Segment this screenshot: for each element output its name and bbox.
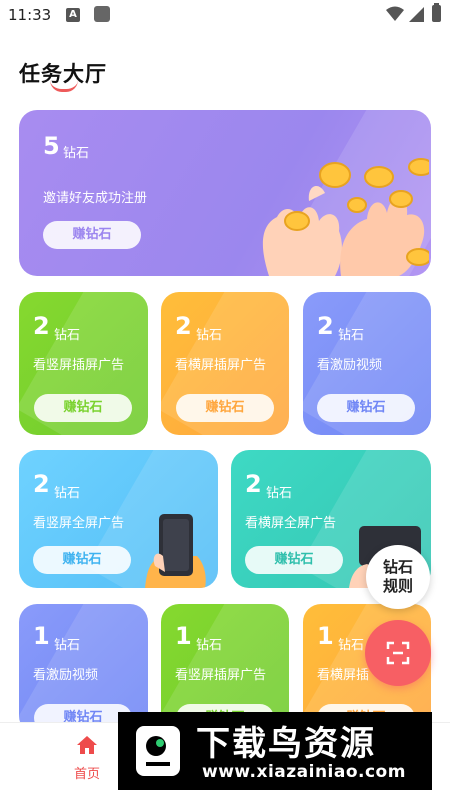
battery-icon bbox=[432, 3, 441, 22]
reward-unit: 钻石 bbox=[338, 328, 365, 343]
task-card-invite[interactable]: 5 钻石 邀请好友成功注册 赚钻石 bbox=[19, 110, 431, 276]
phone-portrait-illustration bbox=[145, 514, 206, 588]
reward-amount: 1 bbox=[175, 622, 192, 650]
task-card-landscape-interstitial[interactable]: 2 钻石 看横屏插屏广告 赚钻石 bbox=[161, 292, 289, 435]
reward-amount: 2 bbox=[33, 470, 50, 498]
tab-home-label: 首页 bbox=[73, 767, 100, 782]
wifi-icon bbox=[386, 6, 404, 21]
task-description: 看竖屏插屏广告 bbox=[33, 358, 125, 373]
task-card-portrait-interstitial[interactable]: 2 钻石 看竖屏插屏广告 赚钻石 bbox=[19, 292, 148, 435]
reward-amount: 2 bbox=[175, 312, 192, 340]
watermark-brand: 下载鸟资源 bbox=[196, 724, 376, 764]
task-description: 看竖屏插屏广告 bbox=[175, 668, 267, 683]
earn-diamonds-button[interactable]: 赚钻石 bbox=[34, 394, 132, 422]
reward-unit: 钻石 bbox=[54, 638, 81, 653]
reward-amount: 1 bbox=[317, 622, 334, 650]
task-description: 看激励视频 bbox=[33, 668, 99, 683]
earn-diamonds-button[interactable]: 赚钻石 bbox=[317, 394, 415, 422]
reward-amount: 1 bbox=[33, 622, 50, 650]
reward-unit: 钻石 bbox=[338, 638, 365, 653]
status-time: 11:33 bbox=[8, 6, 52, 24]
task-description: 邀请好友成功注册 bbox=[43, 191, 148, 206]
reward-unit: 钻石 bbox=[196, 328, 223, 343]
reward-amount: 5 bbox=[43, 132, 60, 160]
earn-diamonds-button[interactable]: 赚钻石 bbox=[33, 546, 131, 574]
tab-home[interactable]: 首页 bbox=[66, 735, 108, 782]
task-description: 看激励视频 bbox=[317, 358, 383, 373]
task-description: 看横屏插 bbox=[317, 668, 370, 683]
watermark-banner: 下载鸟资源 www.xiazainiao.com bbox=[118, 712, 432, 790]
home-icon bbox=[77, 736, 97, 754]
task-description: 看竖屏全屏广告 bbox=[33, 516, 125, 531]
watermark-url: www.xiazainiao.com bbox=[202, 762, 406, 782]
reward-unit: 钻石 bbox=[266, 486, 293, 501]
signal-icon bbox=[409, 7, 424, 22]
title-smile-decoration bbox=[50, 80, 78, 92]
reward-unit: 钻石 bbox=[63, 146, 90, 161]
reward-unit: 钻石 bbox=[54, 486, 81, 501]
earn-diamonds-button[interactable]: 赚钻石 bbox=[245, 546, 343, 574]
earn-diamonds-button[interactable]: 赚钻石 bbox=[176, 394, 274, 422]
status-bar: 11:33 A bbox=[0, 0, 450, 34]
rules-label-line1: 钻石 bbox=[382, 558, 413, 576]
rules-label-line2: 规则 bbox=[382, 577, 413, 595]
task-card-portrait-fullscreen[interactable]: 2 钻石 看竖屏全屏广告 赚钻石 bbox=[19, 450, 218, 588]
hands-coins-illustration bbox=[262, 158, 429, 276]
earn-diamonds-button[interactable]: 赚钻石 bbox=[43, 221, 141, 249]
reward-unit: 钻石 bbox=[54, 328, 81, 343]
diamond-rules-button[interactable]: 钻石 规则 bbox=[366, 545, 430, 609]
reward-amount: 2 bbox=[33, 312, 50, 340]
task-description: 看横屏全屏广告 bbox=[245, 516, 337, 531]
notification-square-icon bbox=[94, 6, 110, 22]
reward-amount: 2 bbox=[317, 312, 334, 340]
reward-unit: 钻石 bbox=[196, 638, 223, 653]
reward-amount: 2 bbox=[245, 470, 262, 498]
scan-icon bbox=[386, 641, 410, 665]
bird-mascot-icon bbox=[136, 726, 180, 776]
task-description: 看横屏插屏广告 bbox=[175, 358, 267, 373]
task-card-rewarded-video[interactable]: 2 钻石 看激励视频 赚钻石 bbox=[303, 292, 431, 435]
notification-a-icon: A bbox=[66, 8, 80, 22]
scan-button[interactable] bbox=[365, 620, 431, 686]
